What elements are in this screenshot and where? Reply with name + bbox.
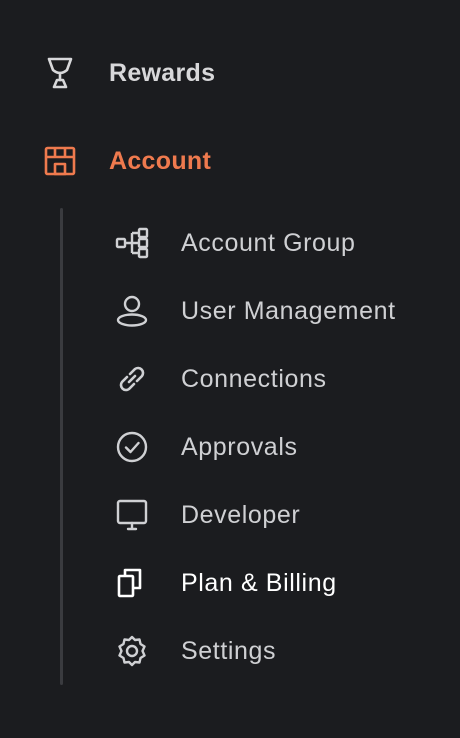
sidebar-item-label: Rewards [109, 58, 216, 87]
sidebar-subitem-plan-billing[interactable]: Plan & Billing [100, 556, 450, 610]
sidebar-subitem-label: Plan & Billing [181, 568, 337, 597]
sidebar-item-label: Account [109, 146, 212, 175]
trophy-icon [42, 55, 78, 91]
sidebar-subitem-user-management[interactable]: User Management [100, 284, 450, 338]
sidebar-subitem-settings[interactable]: Settings [100, 624, 450, 678]
user-icon [112, 291, 152, 331]
sidebar-subitem-label: Approvals [181, 432, 298, 461]
sidebar-subitem-label: Connections [181, 364, 327, 393]
hierarchy-icon [112, 223, 152, 263]
sidebar-subitem-label: Developer [181, 500, 301, 529]
sidebar-nav: Rewards Account Account Group User Manag… [0, 0, 460, 738]
sidebar-item-account[interactable]: Account [0, 133, 460, 189]
submenu-guide-line [60, 208, 63, 685]
sidebar-subitem-developer[interactable]: Developer [100, 488, 450, 542]
gear-icon [112, 631, 152, 671]
copy-icon [112, 563, 152, 603]
sidebar-subitem-label: Settings [181, 636, 277, 665]
sidebar-subitem-connections[interactable]: Connections [100, 352, 450, 406]
sidebar-item-rewards[interactable]: Rewards [0, 45, 460, 101]
monitor-icon [112, 495, 152, 535]
link-icon [112, 359, 152, 399]
sidebar-subitem-approvals[interactable]: Approvals [100, 420, 450, 474]
sidebar-subitem-label: Account Group [181, 228, 356, 257]
sidebar-subitem-account-group[interactable]: Account Group [100, 216, 450, 270]
sidebar-subitem-label: User Management [181, 296, 396, 325]
store-icon [42, 143, 78, 179]
check-circle-icon [112, 427, 152, 467]
